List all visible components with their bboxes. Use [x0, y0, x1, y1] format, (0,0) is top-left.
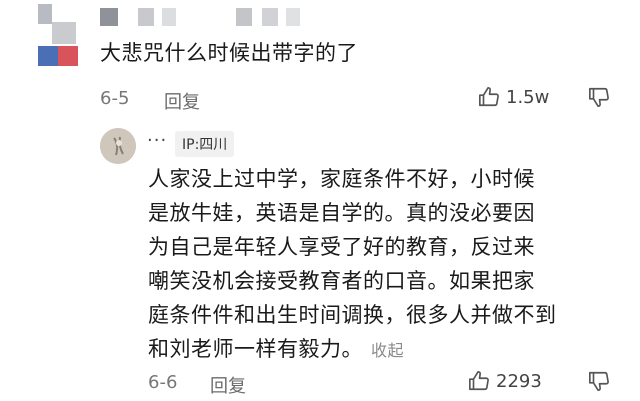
- reply-button[interactable]: 回复: [164, 88, 200, 114]
- ip-badge: IP:四川: [175, 131, 235, 157]
- like-button[interactable]: 2293: [468, 370, 542, 392]
- reply-line-last: 和刘老师一样有毅力。 收起: [148, 332, 618, 368]
- thumbs-down-icon: [589, 371, 609, 391]
- avatar[interactable]: [38, 4, 78, 66]
- username-placeholder[interactable]: ···: [147, 130, 167, 151]
- reply-line: 为自己是年轻人享受了好的教育，反过来: [148, 235, 535, 259]
- dislike-button[interactable]: [588, 86, 612, 110]
- reply-button[interactable]: 回复: [210, 372, 246, 398]
- thumbs-up-icon: [479, 87, 499, 107]
- comment-text: 大悲咒什么时候出带字的了: [100, 41, 358, 65]
- reply-line: 庭条件件和出生时间调换，很多人并做不到: [148, 303, 557, 327]
- username-mosaic[interactable]: [100, 8, 300, 26]
- comment-date: 6-5: [100, 88, 130, 109]
- avatar[interactable]: [100, 128, 136, 164]
- reply-line: 是放牛娃，英语是自学的。真的没必要因: [148, 201, 535, 225]
- collapse-button[interactable]: 收起: [371, 341, 404, 360]
- reply-line: 嘲笑没机会接受教育者的口音。如果把家: [148, 269, 535, 293]
- reply-date: 6-6: [148, 372, 178, 393]
- reply-text: 人家没上过中学，家庭条件不好，小时候 是放牛娃，英语是自学的。真的没必要因 为自…: [148, 162, 618, 368]
- reply-line: 和刘老师一样有毅力。: [148, 337, 363, 361]
- avatar-image: [100, 128, 136, 164]
- thumbs-down-icon: [589, 87, 609, 107]
- thumbs-up-icon: [469, 371, 489, 391]
- like-count: 2293: [496, 370, 542, 392]
- reply-line: 人家没上过中学，家庭条件不好，小时候: [148, 167, 535, 191]
- like-count: 1.5w: [506, 86, 550, 108]
- like-button[interactable]: 1.5w: [478, 86, 549, 108]
- dislike-button[interactable]: [588, 370, 612, 394]
